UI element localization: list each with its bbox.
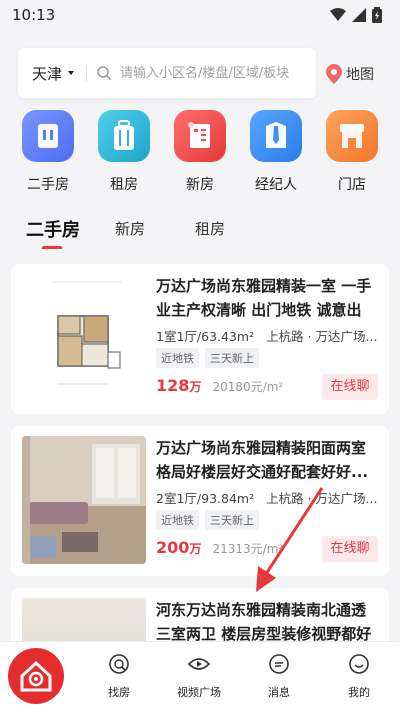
city-selector[interactable]: 天津 — [32, 63, 62, 84]
tab-second-hand[interactable]: 二手房 — [26, 216, 80, 242]
listing-price: 200万 21313元/m² — [156, 538, 283, 557]
new-house-icon — [174, 110, 226, 162]
listing-title: 万达广场尚东雅园精装一室 一手业主产权清晰 出门地铁 诚意出 — [156, 277, 372, 319]
search-row: 天津 地图 — [18, 48, 382, 98]
listing-card[interactable]: 万达广场尚东雅园精装阳面两室 格局好楼层好交通好配套好好... 2室1厅/93.… — [11, 426, 389, 576]
price-unit: 万 — [189, 380, 202, 394]
category-agent[interactable]: 经纪人 — [246, 110, 306, 196]
listing-card[interactable]: 万达广场尚东雅园精装一室 一手业主产权清晰 出门地铁 诚意出 1室1厅/63.4… — [11, 264, 389, 414]
listing-title: 河东万达尚东雅园精装南北通透 三室两卫 楼层房型装修视野都好 — [156, 601, 372, 643]
agent-tie-icon — [250, 110, 302, 162]
online-chat-button[interactable]: 在线聊 — [322, 536, 378, 562]
listing-title: 万达广场尚东雅园精装阳面两室 格局好楼层好交通好配套好好... — [156, 439, 369, 481]
tag: 三天新上 — [205, 348, 259, 368]
listing-photo — [22, 436, 146, 564]
location-pin-icon — [326, 64, 342, 84]
category-label: 经纪人 — [255, 177, 297, 193]
category-store[interactable]: 门店 — [322, 110, 382, 196]
bottom-nav: 找房 视频广场 消息 我的 — [0, 641, 400, 711]
search-input[interactable] — [120, 61, 310, 85]
nav-label: 消息 — [268, 686, 290, 699]
profile-icon — [349, 654, 369, 674]
category-label: 二手房 — [27, 177, 69, 193]
second-hand-house-icon — [22, 110, 74, 162]
divider — [86, 65, 87, 81]
search-icon — [97, 66, 112, 81]
listing-price: 128万 20180元/m² — [156, 376, 283, 395]
listing-layout: 2室1厅/93.84m² — [156, 491, 255, 506]
category-grid: 二手房 租房 新房 经纪人 门店 — [0, 110, 400, 200]
nav-home[interactable] — [0, 642, 70, 711]
nav-messages[interactable]: 消息 — [244, 642, 314, 711]
online-chat-button[interactable]: 在线聊 — [322, 374, 378, 400]
caret-down-icon — [68, 71, 74, 75]
total-price: 128 — [156, 376, 190, 395]
nav-profile[interactable]: 我的 — [324, 642, 394, 711]
home-logo-icon — [8, 648, 64, 704]
listing-layout: 1室1厅/63.43m² — [156, 329, 255, 344]
category-new-house[interactable]: 新房 — [170, 110, 230, 196]
video-icon — [187, 658, 211, 670]
store-icon — [326, 110, 378, 162]
wifi-icon — [330, 8, 346, 21]
tag: 近地铁 — [156, 510, 199, 530]
nav-label: 视频广场 — [177, 686, 221, 699]
signal-icon — [352, 8, 366, 22]
status-time: 10:13 — [12, 6, 56, 24]
listing-location: 上杭路 · 万达广场... — [266, 491, 378, 506]
find-house-icon — [109, 654, 129, 674]
category-label: 租房 — [110, 177, 138, 193]
message-icon — [269, 654, 289, 674]
tab-rent[interactable]: 租房 — [195, 218, 225, 239]
nav-label: 我的 — [348, 686, 370, 699]
listing-tabs: 二手房 新房 租房 — [0, 212, 400, 249]
floor-plan-image — [22, 274, 146, 402]
map-button[interactable]: 地图 — [326, 60, 382, 88]
tag: 近地铁 — [156, 348, 199, 368]
listing-spec: 2室1厅/93.84m² 上杭路 · 万达广场... — [156, 488, 377, 507]
unit-price: 21313元/m² — [212, 542, 284, 556]
unit-price: 20180元/m² — [212, 380, 284, 394]
battery-icon — [372, 7, 382, 23]
listing-spec: 1室1厅/63.43m² 上杭路 · 万达广场... — [156, 326, 377, 345]
listing-tags: 近地铁 三天新上 — [156, 510, 259, 530]
listing-tags: 近地铁 三天新上 — [156, 348, 259, 368]
category-label: 门店 — [338, 177, 366, 193]
category-label: 新房 — [186, 177, 214, 193]
status-bar: 10:13 — [0, 0, 400, 30]
active-tab-indicator — [41, 245, 63, 249]
tab-new-house[interactable]: 新房 — [115, 218, 145, 239]
search-box: 天津 — [18, 48, 316, 98]
map-label: 地图 — [346, 67, 374, 83]
category-rent[interactable]: 租房 — [94, 110, 154, 196]
category-second-hand[interactable]: 二手房 — [18, 110, 78, 196]
total-price: 200 — [156, 538, 190, 557]
nav-video[interactable]: 视频广场 — [164, 642, 234, 711]
tag: 三天新上 — [205, 510, 259, 530]
luggage-icon — [98, 110, 150, 162]
price-unit: 万 — [189, 542, 202, 556]
status-icons — [330, 7, 382, 23]
nav-label: 找房 — [108, 686, 130, 699]
nav-find-house[interactable]: 找房 — [84, 642, 154, 711]
listing-location: 上杭路 · 万达广场... — [266, 329, 378, 344]
listing-card[interactable]: 河东万达尚东雅园精装南北通透 三室两卫 楼层房型装修视野都好 — [11, 588, 389, 648]
